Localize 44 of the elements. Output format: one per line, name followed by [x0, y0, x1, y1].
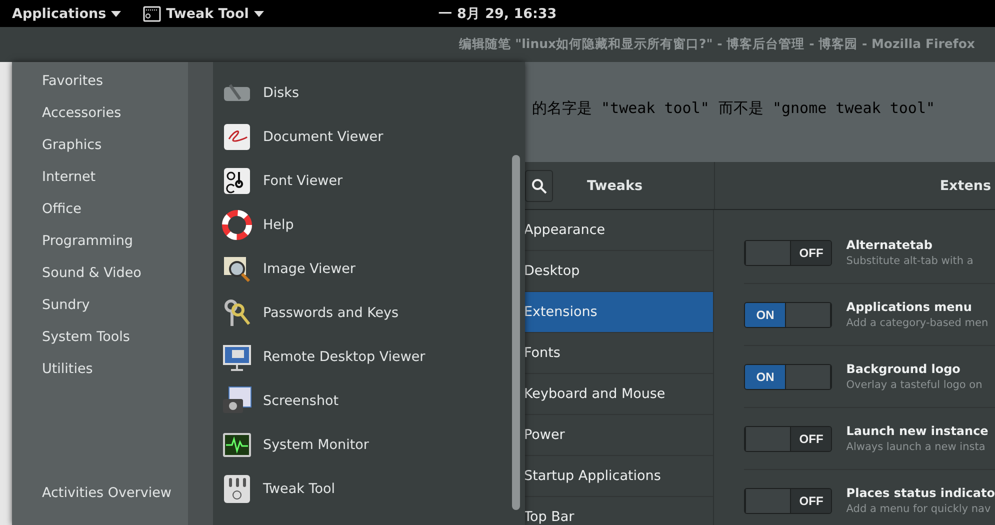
- toggle-switch[interactable]: OFF: [744, 240, 832, 266]
- app-window-icon: [143, 6, 162, 22]
- toggle-switch[interactable]: OFF: [744, 488, 832, 514]
- category-item[interactable]: Programming: [12, 225, 188, 257]
- caret-icon: [111, 10, 122, 16]
- activities-overview-item[interactable]: Activities Overview: [12, 477, 188, 509]
- paragraph: 的名字是 "tweak tool" 而不是 "gnome tweak tool": [532, 99, 936, 117]
- header-title: Tweaks: [587, 178, 642, 194]
- extension-description: Add a category-based men: [846, 317, 988, 329]
- caret-icon: [254, 10, 264, 16]
- toggle-switch[interactable]: ON: [744, 364, 832, 390]
- app-item[interactable]: Disks: [213, 71, 525, 115]
- category-item[interactable]: Sundry: [12, 289, 188, 321]
- lifebuoy-icon: [221, 209, 253, 241]
- extension-name: Background logo: [846, 362, 962, 376]
- category-item[interactable]: Accessories: [12, 97, 188, 129]
- category-item[interactable]: Graphics: [12, 129, 188, 161]
- category-item[interactable]: Utilities: [12, 353, 188, 385]
- search-icon: [531, 178, 547, 194]
- toggle-switch[interactable]: OFF: [744, 426, 832, 452]
- category-item[interactable]: Favorites: [12, 65, 188, 97]
- top-bar-menu[interactable]: Applications: [10, 6, 124, 22]
- category-item[interactable]: Sound & Video: [12, 257, 188, 289]
- extension-name: Launch new instance: [846, 424, 988, 438]
- category-item[interactable]: Office: [12, 193, 188, 225]
- clock: 一 8月 29, 16:33: [438, 4, 557, 22]
- extension-description: Add a menu for quickly nav: [846, 503, 992, 515]
- window-title: 编辑随笔 "linux如何隐藏和显示所有窗口?" - 博客后台管理 - 博客园 - Mozilla Firefox: [458, 36, 975, 53]
- document-icon: [221, 121, 253, 153]
- scrollbar[interactable]: [512, 155, 520, 510]
- extension-name: Applications menu: [846, 300, 973, 314]
- extension-name: Places status indicato: [846, 486, 995, 500]
- page-title: Extens: [940, 178, 991, 194]
- extension-description: Always launch a new insta: [846, 441, 986, 453]
- sliders-panel-icon: [221, 473, 253, 505]
- extension-description: Overlay a tasteful logo on: [846, 379, 982, 391]
- toggle-switch[interactable]: ON: [744, 302, 832, 328]
- search-button[interactable]: [525, 170, 553, 202]
- app-item[interactable]: Document Viewer: [213, 115, 525, 159]
- top-bar-menu[interactable]: Tweak Tool: [141, 6, 266, 22]
- extension-name: Alternatetab: [846, 238, 934, 252]
- category-item[interactable]: Internet: [12, 161, 188, 193]
- extension-description: Substitute alt-tab with a: [846, 255, 974, 267]
- category-item[interactable]: System Tools: [12, 321, 188, 353]
